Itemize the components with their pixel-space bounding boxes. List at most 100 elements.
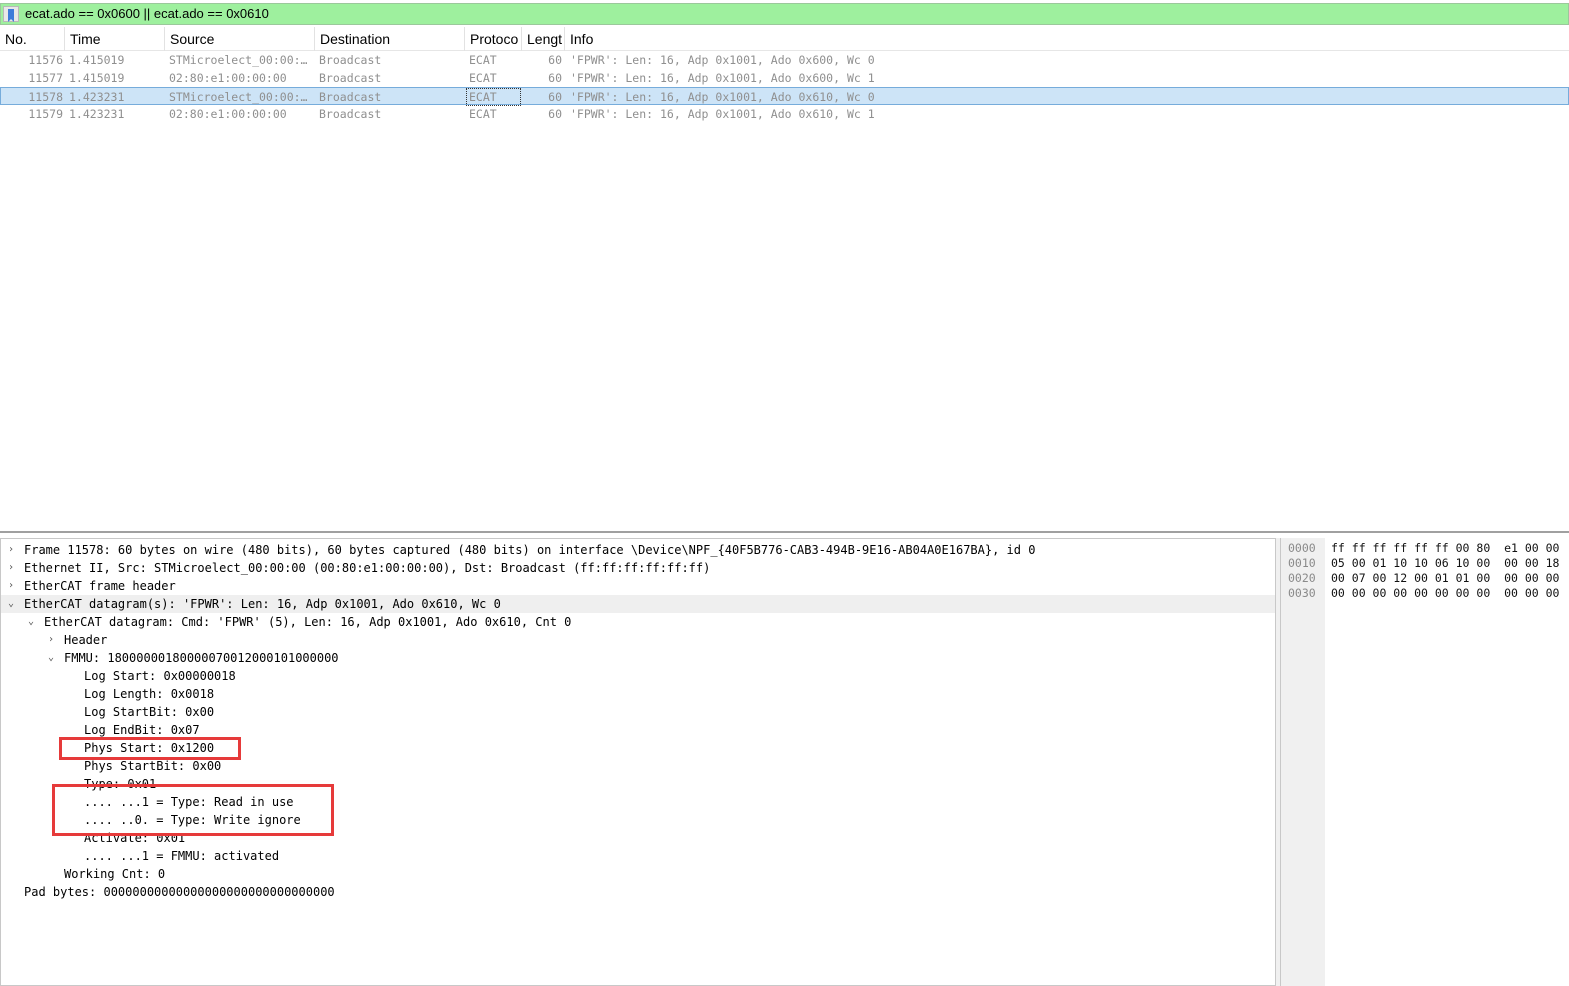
column-header-info[interactable]: Info — [565, 27, 1569, 51]
packet-row[interactable]: 11579 1.423231 02:80:e1:00:00:00 Broadca… — [0, 105, 1569, 123]
packet-length: 60 — [548, 107, 562, 121]
byte-offset: 0010 — [1288, 556, 1316, 570]
column-header-destination[interactable]: Destination — [315, 27, 465, 51]
column-header-no[interactable]: No. — [0, 27, 65, 51]
byte-offset: 0020 — [1288, 571, 1316, 585]
tree-item-log-startbit[interactable]: Log StartBit: 0x00 — [1, 703, 1275, 721]
column-header-length[interactable]: Lengt — [522, 27, 565, 51]
byte-hex-row[interactable]: 00 07 00 12 00 01 01 00 00 00 00 — [1331, 571, 1559, 586]
tree-item-label: .... ...1 = Type: Read in use — [84, 795, 294, 809]
byte-hex-row[interactable]: 00 00 00 00 00 00 00 00 00 00 00 — [1331, 586, 1559, 601]
tree-item-phys-start[interactable]: Phys Start: 0x1200 — [1, 739, 1275, 757]
packet-protocol: ECAT — [466, 88, 521, 106]
tree-item-log-start[interactable]: Log Start: 0x00000018 — [1, 667, 1275, 685]
tree-item-label: EtherCAT frame header — [24, 579, 176, 593]
chevron-right-icon[interactable]: › — [46, 631, 56, 649]
tree-item-label: EtherCAT datagram(s): 'FPWR': Len: 16, A… — [24, 597, 501, 611]
tree-item-activate[interactable]: Activate: 0x01 — [1, 829, 1275, 847]
tree-item-label: Phys StartBit: 0x00 — [84, 759, 222, 773]
tree-item-label: Log StartBit: 0x00 — [84, 705, 215, 719]
tree-item-label: Frame 11578: 60 bytes on wire (480 bits)… — [24, 543, 1036, 557]
tree-item-ethercat-frame-header[interactable]: › EtherCAT frame header — [1, 577, 1275, 595]
packet-bytes-pane: 0000 0010 0020 0030 ff ff ff ff ff ff 00… — [1280, 538, 1569, 986]
tree-item-label: Log Start: 0x00000018 — [84, 669, 236, 683]
tree-item-label: .... ...1 = FMMU: activated — [84, 849, 280, 863]
byte-hex-row[interactable]: ff ff ff ff ff ff 00 80 e1 00 00 — [1331, 541, 1559, 556]
packet-protocol: ECAT — [469, 107, 497, 121]
column-header-time[interactable]: Time — [65, 27, 165, 51]
tree-item-ethernet[interactable]: › Ethernet II, Src: STMicroelect_00:00:0… — [1, 559, 1275, 577]
packet-info: 'FPWR': Len: 16, Adp 0x1001, Ado 0x600, … — [570, 53, 875, 67]
packet-source: 02:80:e1:00:00:00 — [169, 71, 287, 85]
packet-list: No. Time Source Destination Protoco Leng… — [0, 27, 1569, 533]
tree-item-working-cnt[interactable]: Working Cnt: 0 — [1, 865, 1275, 883]
tree-item-label: Activate: 0x01 — [84, 831, 186, 845]
packet-row[interactable]: 11576 1.415019 STMicroelect_00:00:… Broa… — [0, 51, 1569, 69]
tree-item-label: Working Cnt: 0 — [64, 867, 166, 881]
packet-details-pane: › Frame 11578: 60 bytes on wire (480 bit… — [0, 538, 1276, 986]
offset-column — [1281, 538, 1325, 986]
packet-protocol: ECAT — [469, 71, 497, 85]
packet-time: 1.415019 — [69, 71, 125, 85]
tree-item-fmmu-activated[interactable]: .... ...1 = FMMU: activated — [1, 847, 1275, 865]
tree-item-label: Phys Start: 0x1200 — [84, 741, 215, 755]
tree-item-label: Ethernet II, Src: STMicroelect_00:00:00 … — [24, 561, 711, 575]
display-filter-input[interactable] — [23, 4, 1567, 24]
packet-destination: Broadcast — [319, 71, 382, 85]
packet-no: 11577 — [28, 71, 63, 85]
packet-info: 'FPWR': Len: 16, Adp 0x1001, Ado 0x610, … — [570, 90, 875, 104]
packet-destination: Broadcast — [319, 90, 382, 104]
chevron-down-icon[interactable]: ⌄ — [26, 613, 36, 631]
tree-item-label: EtherCAT datagram: Cmd: 'FPWR' (5), Len:… — [44, 615, 572, 629]
tree-item-log-endbit[interactable]: Log EndBit: 0x07 — [1, 721, 1275, 739]
packet-destination: Broadcast — [319, 107, 382, 121]
tree-item-ethercat-datagrams[interactable]: ⌄ EtherCAT datagram(s): 'FPWR': Len: 16,… — [1, 595, 1275, 613]
tree-item-phys-startbit[interactable]: Phys StartBit: 0x00 — [1, 757, 1275, 775]
tree-item-pad-bytes[interactable]: Pad bytes: 00000000000000000000000000000… — [1, 883, 1275, 901]
packet-protocol: ECAT — [469, 53, 497, 67]
byte-hex-row[interactable]: 05 00 01 10 10 06 10 00 00 00 18 — [1331, 556, 1559, 571]
packet-no: 11578 — [28, 90, 63, 104]
chevron-down-icon[interactable]: ⌄ — [46, 649, 56, 667]
packet-info: 'FPWR': Len: 16, Adp 0x1001, Ado 0x600, … — [570, 71, 875, 85]
packet-source: STMicroelect_00:00:… — [169, 53, 308, 67]
tree-item-type-write[interactable]: .... ..0. = Type: Write ignore — [1, 811, 1275, 829]
packet-source: 02:80:e1:00:00:00 — [169, 107, 287, 121]
packet-length: 60 — [548, 90, 562, 104]
chevron-right-icon[interactable]: › — [6, 559, 16, 577]
packet-length: 60 — [548, 53, 562, 67]
tree-item-label: FMMU: 18000000180000070012000101000000 — [64, 651, 339, 665]
packet-source: STMicroelect_00:00:… — [169, 90, 308, 104]
column-header-protocol[interactable]: Protoco — [465, 27, 522, 51]
packet-no: 11579 — [28, 107, 63, 121]
packet-time: 1.423231 — [69, 90, 125, 104]
tree-item-log-length[interactable]: Log Length: 0x0018 — [1, 685, 1275, 703]
tree-item-type[interactable]: Type: 0x01 — [1, 775, 1275, 793]
chevron-right-icon[interactable]: › — [6, 577, 16, 595]
tree-item-label: Pad bytes: 00000000000000000000000000000… — [24, 885, 335, 899]
tree-item-header[interactable]: › Header — [1, 631, 1275, 649]
byte-offset: 0000 — [1288, 541, 1316, 555]
packet-info: 'FPWR': Len: 16, Adp 0x1001, Ado 0x610, … — [570, 107, 875, 121]
tree-item-label: Header — [64, 633, 108, 647]
packet-destination: Broadcast — [319, 53, 382, 67]
bookmark-icon[interactable] — [3, 6, 19, 22]
tree-item-ethercat-datagram[interactable]: ⌄ EtherCAT datagram: Cmd: 'FPWR' (5), Le… — [1, 613, 1275, 631]
tree-item-type-read[interactable]: .... ...1 = Type: Read in use — [1, 793, 1275, 811]
tree-item-frame[interactable]: › Frame 11578: 60 bytes on wire (480 bit… — [1, 541, 1275, 559]
packet-list-header: No. Time Source Destination Protoco Leng… — [0, 27, 1569, 51]
byte-offset: 0030 — [1288, 586, 1316, 600]
packet-row[interactable]: 11577 1.415019 02:80:e1:00:00:00 Broadca… — [0, 69, 1569, 87]
chevron-down-icon[interactable]: ⌄ — [6, 595, 16, 613]
tree-item-fmmu[interactable]: ⌄ FMMU: 18000000180000070012000101000000 — [1, 649, 1275, 667]
tree-item-label: .... ..0. = Type: Write ignore — [84, 813, 301, 827]
tree-item-label: Log Length: 0x0018 — [84, 687, 215, 701]
packet-row-selected[interactable]: 11578 1.423231 STMicroelect_00:00:… Broa… — [0, 87, 1569, 106]
tree-item-label: Log EndBit: 0x07 — [84, 723, 200, 737]
packet-time: 1.415019 — [69, 53, 125, 67]
tree-item-label: Type: 0x01 — [84, 777, 157, 791]
chevron-right-icon[interactable]: › — [6, 541, 16, 559]
display-filter-bar — [0, 3, 1569, 25]
column-header-source[interactable]: Source — [165, 27, 315, 51]
packet-length: 60 — [548, 71, 562, 85]
